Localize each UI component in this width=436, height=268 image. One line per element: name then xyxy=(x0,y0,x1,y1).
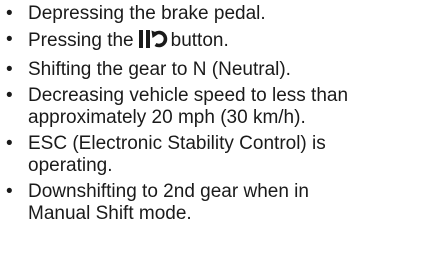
list-item: • Downshifting to 2nd gear when in Manua… xyxy=(6,181,436,225)
item-text-line2: operating. xyxy=(28,155,113,176)
item-text: Depressing the brake pedal. xyxy=(28,3,266,24)
list-item: • Pressing the button. xyxy=(6,29,436,55)
list-item: • Decreasing vehicle speed to less than … xyxy=(6,85,436,129)
list-item: • ESC (Electronic Stability Control) is … xyxy=(6,133,436,177)
item-text-line1: Decreasing vehicle speed to less than xyxy=(28,85,349,106)
item-text: Shifting the gear to N (Neutral). xyxy=(28,59,291,80)
condition-list: • Depressing the brake pedal. • Pressing… xyxy=(0,0,436,225)
bullet: • xyxy=(6,59,13,80)
item-text-line1: Downshifting to 2nd gear when in xyxy=(28,181,309,202)
bullet: • xyxy=(6,29,13,50)
item-text-line1: ESC (Electronic Stability Control) is xyxy=(28,133,326,154)
list-item: • Depressing the brake pedal. xyxy=(6,3,436,25)
bullet: • xyxy=(6,3,13,24)
bullet: • xyxy=(6,85,13,106)
item-text-line2: approximately 20 mph (30 km/h). xyxy=(28,107,306,128)
pause-resume-icon xyxy=(138,29,168,55)
list-item: • Shifting the gear to N (Neutral). xyxy=(6,59,436,81)
item-text-before-icon: Pressing the xyxy=(28,30,134,51)
bullet: • xyxy=(6,133,13,154)
item-text-after-icon: button. xyxy=(170,30,229,51)
item-text-line2: Manual Shift mode. xyxy=(28,203,192,224)
bullet: • xyxy=(6,181,13,202)
